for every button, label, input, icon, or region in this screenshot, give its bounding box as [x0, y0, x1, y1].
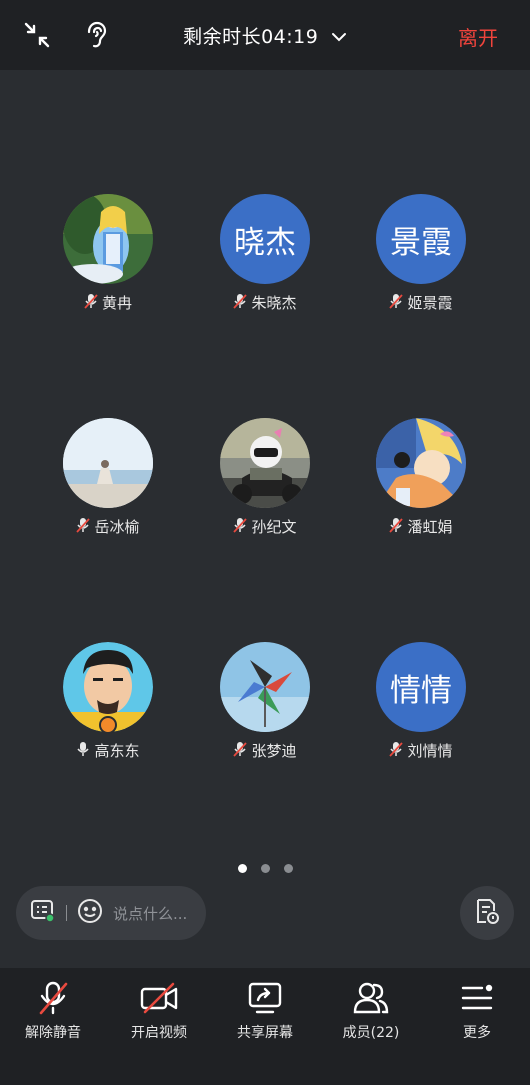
- avatar: [220, 418, 310, 508]
- notes-button[interactable]: [460, 886, 514, 940]
- avatar: [63, 418, 153, 508]
- avatar: [63, 194, 153, 284]
- participant-tile[interactable]: 黄冉: [33, 194, 183, 313]
- page-dot[interactable]: [260, 864, 270, 873]
- chat-placeholder[interactable]: 说点什么...: [113, 903, 187, 924]
- members-label: 成员(22): [342, 1025, 400, 1041]
- members-button[interactable]: 成员(22): [318, 980, 424, 1042]
- share-screen-button[interactable]: 共享屏幕: [212, 980, 318, 1042]
- top-bar: 剩余时长04:19 离开: [0, 0, 530, 70]
- mic-muted-icon: [76, 517, 91, 537]
- unmute-button[interactable]: 解除静音: [0, 980, 106, 1042]
- mic-muted-icon: [233, 293, 248, 313]
- participant-name: 孙纪文: [251, 518, 297, 536]
- participant-tile[interactable]: 孙纪文: [190, 418, 340, 537]
- more-menu-icon: [424, 980, 530, 1016]
- avatar: [220, 642, 310, 732]
- document-icon: [474, 897, 500, 929]
- participant-name: 朱晓杰: [251, 294, 297, 312]
- participant-tile[interactable]: 高东东: [33, 642, 183, 761]
- participant-tile[interactable]: 情情 刘情情: [346, 642, 496, 761]
- avatar: 晓杰: [220, 194, 310, 284]
- participant-tile[interactable]: 岳冰榆: [33, 418, 183, 537]
- participant-name: 岳冰榆: [94, 518, 140, 536]
- page-indicator: [0, 864, 530, 873]
- mic-muted-icon: [389, 293, 404, 313]
- more-label: 更多: [463, 1025, 491, 1041]
- share-screen-icon: [212, 980, 318, 1016]
- mic-muted-icon: [233, 741, 248, 761]
- divider: [66, 905, 67, 921]
- chat-input-bar[interactable]: 说点什么...: [16, 886, 206, 940]
- emoji-icon[interactable]: [77, 898, 103, 928]
- avatar: 情情: [376, 642, 466, 732]
- members-icon: [318, 980, 424, 1016]
- page-dot-active[interactable]: [237, 864, 247, 873]
- start-video-label: 开启视频: [131, 1025, 187, 1041]
- mic-muted-icon: [389, 741, 404, 761]
- avatar: 景霞: [376, 194, 466, 284]
- mic-muted-icon: [233, 517, 248, 537]
- start-video-button[interactable]: 开启视频: [106, 980, 212, 1042]
- unmute-label: 解除静音: [25, 1025, 81, 1041]
- participant-tile[interactable]: 潘虹娟: [346, 418, 496, 537]
- participant-name: 张梦迪: [251, 742, 297, 760]
- mic-muted-icon: [84, 293, 98, 313]
- participant-tile[interactable]: 景霞 姬景霞: [346, 194, 496, 313]
- avatar: [376, 418, 466, 508]
- participant-name: 姬景霞: [407, 294, 453, 312]
- page-dot[interactable]: [283, 864, 293, 873]
- leave-button[interactable]: 离开: [458, 22, 498, 51]
- video-off-icon: [106, 980, 212, 1016]
- bottom-toolbar: 解除静音 开启视频 共享屏幕 成员(22) 更多: [0, 968, 530, 1085]
- participant-name: 刘情情: [407, 742, 453, 760]
- host-badge: [99, 716, 117, 734]
- share-screen-label: 共享屏幕: [237, 1025, 293, 1041]
- participant-name: 黄冉: [101, 294, 132, 312]
- participant-name: 潘虹娟: [407, 518, 453, 536]
- remaining-time-label: 剩余时长04:19: [183, 26, 319, 48]
- more-button[interactable]: 更多: [424, 980, 530, 1042]
- mic-icon: [76, 741, 90, 761]
- chat-list-icon[interactable]: [30, 898, 56, 928]
- participant-tile[interactable]: 晓杰 朱晓杰: [190, 194, 340, 313]
- avatar: [63, 642, 153, 734]
- participant-tile[interactable]: 张梦迪: [190, 642, 340, 761]
- chevron-down-icon: [331, 25, 347, 47]
- remaining-time-dropdown[interactable]: 剩余时长04:19: [0, 22, 530, 49]
- mic-muted-icon: [0, 980, 106, 1016]
- participant-name: 高东东: [94, 742, 140, 760]
- mic-muted-icon: [389, 517, 404, 537]
